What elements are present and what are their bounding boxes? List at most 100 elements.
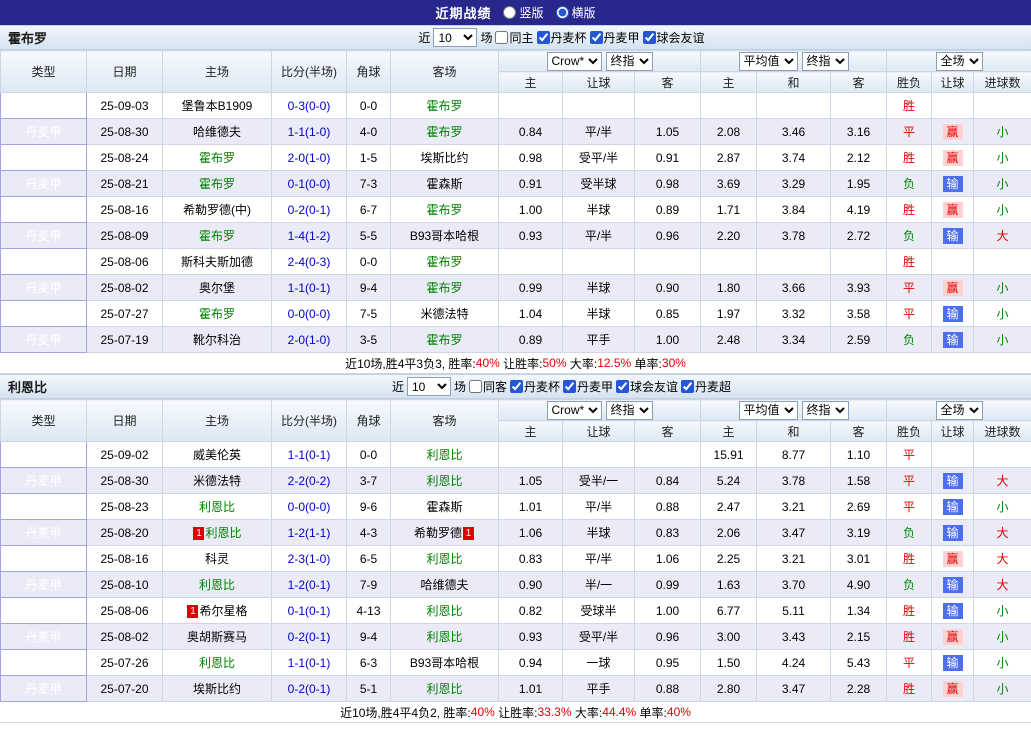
- away-team-name: B93哥本哈根: [410, 229, 479, 243]
- result-cell: 胜: [887, 197, 932, 223]
- date-cell: 25-07-27: [87, 301, 163, 327]
- home-team-name: 堡鲁本B1909: [182, 99, 253, 113]
- odds-home-cell: [499, 93, 563, 119]
- filter-option[interactable]: 同主: [495, 29, 533, 46]
- filter-option[interactable]: 球会友谊: [616, 378, 678, 395]
- games-label: 场: [480, 29, 492, 46]
- bookmaker-select[interactable]: Crow*: [547, 401, 602, 420]
- bookmaker-select[interactable]: Crow*: [547, 52, 602, 71]
- away-team-name: 霍森斯: [426, 500, 462, 514]
- corner-cell: 7-9: [347, 572, 391, 598]
- score-cell: 1-2(1-1): [272, 520, 347, 546]
- odds-away-cell: 0.85: [635, 301, 701, 327]
- average-odds-select[interactable]: 平均值: [739, 401, 798, 420]
- average-odds-select[interactable]: 平均值: [739, 52, 798, 71]
- date-cell: 25-08-10: [87, 572, 163, 598]
- avg-home-cell: 6.77: [701, 598, 757, 624]
- filter-option[interactable]: 丹麦杯: [537, 29, 587, 46]
- corner-cell: 6-7: [347, 197, 391, 223]
- final-index-select[interactable]: 终指: [802, 52, 849, 71]
- avg-away-cell: 1.34: [831, 598, 887, 624]
- filter-option[interactable]: 球会友谊: [643, 29, 705, 46]
- summary-text: 44.4%: [602, 705, 636, 719]
- filter-option[interactable]: 丹麦杯: [510, 378, 560, 395]
- corner-cell: 5-5: [347, 223, 391, 249]
- filter-label: 丹麦杯: [551, 29, 587, 46]
- goals-cell: 小: [974, 650, 1031, 676]
- handicap-cell: 半球: [563, 520, 635, 546]
- result-cell: 平: [887, 275, 932, 301]
- league-cell: 丹麦杯: [1, 598, 87, 624]
- corner-cell: 6-3: [347, 650, 391, 676]
- handicap-result-tag: 输: [943, 176, 963, 192]
- summary-text: 40%: [471, 705, 495, 719]
- match-row: 丹麦甲25-08-24霍布罗2-0(1-0)1-5埃斯比约0.98受平/半0.9…: [1, 145, 1031, 171]
- filter-checkbox[interactable]: [681, 380, 694, 393]
- horizontal-layout-radio[interactable]: [556, 6, 569, 19]
- avg-draw-cell: 3.21: [757, 546, 831, 572]
- vertical-layout-radio[interactable]: [503, 6, 516, 19]
- filter-checkbox[interactable]: [495, 31, 508, 44]
- match-row: 丹麦甲25-07-20埃斯比约0-2(0-1)5-1利恩比1.01平手0.882…: [1, 676, 1031, 702]
- filter-checkbox[interactable]: [563, 380, 576, 393]
- score-cell: 1-2(0-1): [272, 572, 347, 598]
- match-scope-select[interactable]: 全场: [936, 401, 983, 420]
- result-cell: 胜: [887, 249, 932, 275]
- team-name: 霍布罗: [0, 28, 92, 47]
- match-count-select[interactable]: 10: [433, 28, 477, 47]
- match-scope-select[interactable]: 全场: [936, 52, 983, 71]
- date-cell: 25-08-16: [87, 197, 163, 223]
- filter-checkbox[interactable]: [616, 380, 629, 393]
- result-cell: 胜: [887, 93, 932, 119]
- handicap-cell: 半/一: [563, 572, 635, 598]
- filter-option[interactable]: 同客: [469, 378, 507, 395]
- summary-text: 40%: [476, 356, 500, 370]
- avg-away-cell: [831, 93, 887, 119]
- header-row-top: 类型日期主场比分(半场)角球客场Crow*终指平均值终指全场: [1, 400, 1031, 421]
- avg-home-cell: 1.63: [701, 572, 757, 598]
- handicap-cell: 平/半: [563, 546, 635, 572]
- filter-option[interactable]: 丹麦甲: [563, 378, 613, 395]
- layout-vertical-option[interactable]: 竖版: [503, 4, 543, 21]
- filter-checkbox[interactable]: [537, 31, 550, 44]
- filter-label: 球会友谊: [630, 378, 678, 395]
- column-header: 比分(半场): [272, 400, 347, 442]
- away-team-name: 霍布罗: [426, 203, 462, 217]
- home-team-cell: 奥胡斯赛马: [163, 624, 272, 650]
- avg-draw-cell: 3.66: [757, 275, 831, 301]
- score-cell: 0-1(0-0): [272, 171, 347, 197]
- league-cell: 丹麦甲: [1, 119, 87, 145]
- final-index-select[interactable]: 终指: [606, 401, 653, 420]
- away-team-cell: 利恩比: [391, 442, 499, 468]
- column-header: 主场: [163, 400, 272, 442]
- odds-home-cell: 1.01: [499, 676, 563, 702]
- filter-option[interactable]: 丹麦甲: [590, 29, 640, 46]
- layout-horizontal-option[interactable]: 横版: [556, 4, 596, 21]
- filter-checkbox[interactable]: [469, 380, 482, 393]
- odds-home-cell: 0.98: [499, 145, 563, 171]
- away-team-name: 霍森斯: [426, 177, 462, 191]
- filter-checkbox[interactable]: [510, 380, 523, 393]
- final-index-select[interactable]: 终指: [606, 52, 653, 71]
- filter-label: 同客: [483, 378, 507, 395]
- filter-checkbox[interactable]: [590, 31, 603, 44]
- avg-home-cell: [701, 93, 757, 119]
- goals-cell: 小: [974, 301, 1031, 327]
- final-index-select[interactable]: 终指: [802, 401, 849, 420]
- avg-home-cell: 2.20: [701, 223, 757, 249]
- handicap-result-tag: 赢: [943, 150, 963, 166]
- odds-away-cell: 0.95: [635, 650, 701, 676]
- results-table: 类型日期主场比分(半场)角球客场Crow*终指平均值终指全场主让球客主和客胜负让…: [0, 50, 1031, 353]
- filter-option[interactable]: 丹麦超: [681, 378, 731, 395]
- home-team-name: 埃斯比约: [193, 682, 241, 696]
- subcolumn-header: 让球: [932, 421, 974, 442]
- column-header: 主场: [163, 51, 272, 93]
- odds-away-cell: 0.96: [635, 624, 701, 650]
- handicap-cell: 半球: [563, 197, 635, 223]
- handicap-result-cell: 输: [932, 598, 974, 624]
- home-team-cell: 米德法特: [163, 468, 272, 494]
- match-count-select[interactable]: 10: [407, 377, 451, 396]
- filter-checkbox[interactable]: [643, 31, 656, 44]
- match-row: 丹麦杯25-08-06斯科夫斯加德2-4(0-3)0-0霍布罗胜: [1, 249, 1031, 275]
- goals-cell: 小: [974, 275, 1031, 301]
